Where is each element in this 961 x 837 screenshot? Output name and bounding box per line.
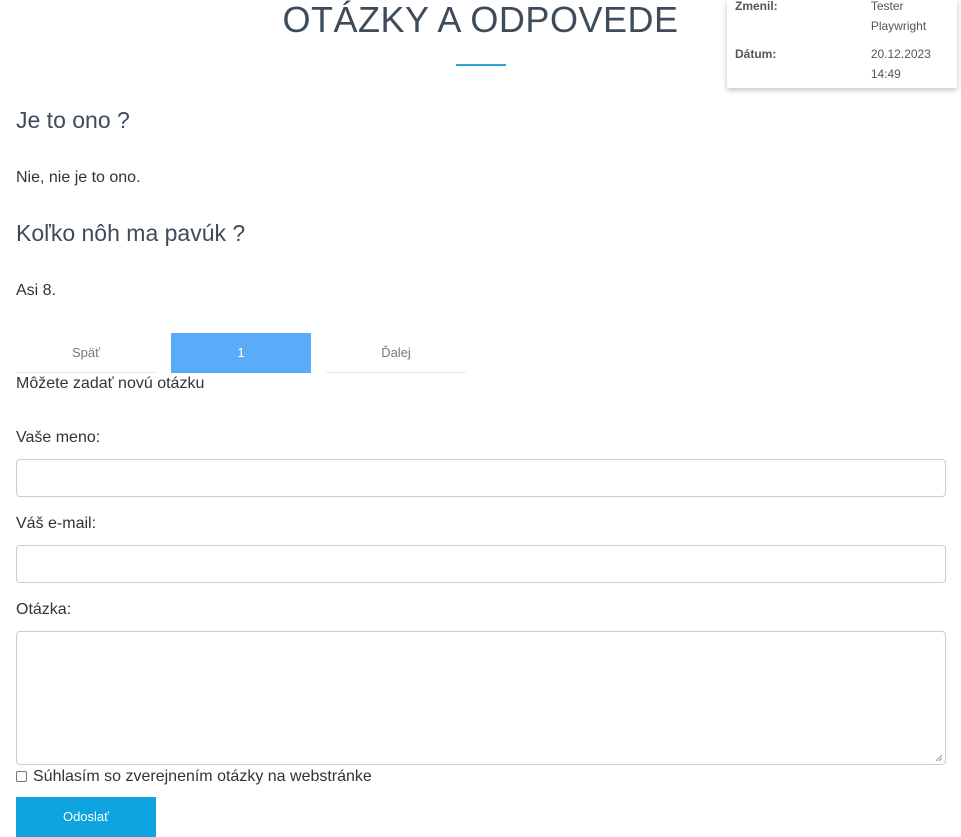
pagination-next-button[interactable]: Ďalej <box>326 333 466 373</box>
question-label: Otázka: <box>16 601 72 618</box>
submit-button[interactable]: Odoslať <box>16 797 156 837</box>
form-intro: Môžete zadať novú otázku <box>16 375 205 392</box>
email-input[interactable] <box>16 545 946 583</box>
pagination-prev-button[interactable]: Späť <box>16 333 156 373</box>
modified-by-row: Zmenil: Tester Playwright <box>735 0 949 36</box>
date-label: Dátum: <box>735 47 777 61</box>
name-input[interactable] <box>16 459 946 497</box>
date-row: Dátum: 20.12.2023 14:49 <box>735 44 949 84</box>
name-label: Vaše meno: <box>16 429 101 446</box>
consent-checkbox[interactable] <box>16 770 27 782</box>
faq-answer: Nie, nie je to ono. <box>16 169 141 186</box>
faq-question: Je to ono ? <box>16 107 130 133</box>
faq-question: Koľko nôh ma pavúk ? <box>16 220 246 246</box>
pagination-page-button[interactable]: 1 <box>171 333 311 373</box>
page: OTÁZKY A ODPOVEDE Zmenil: Tester Playwri… <box>0 0 961 837</box>
consent-label[interactable]: Súhlasím so zverejnením otázky na webstr… <box>33 768 372 786</box>
resize-grip-icon[interactable] <box>935 754 943 762</box>
email-label: Váš e-mail: <box>16 515 97 532</box>
modified-by-value: Tester Playwright <box>870 0 927 33</box>
modified-by-label: Zmenil: <box>735 0 778 13</box>
title-underline <box>456 64 506 66</box>
info-card: Zmenil: Tester Playwright Dátum: 20.12.2… <box>727 0 957 88</box>
consent-row: Súhlasím so zverejnením otázky na webstr… <box>16 768 372 786</box>
date-value: 20.12.2023 14:49 <box>870 47 931 81</box>
faq-answer: Asi 8. <box>16 282 57 299</box>
question-textarea[interactable] <box>16 631 946 765</box>
